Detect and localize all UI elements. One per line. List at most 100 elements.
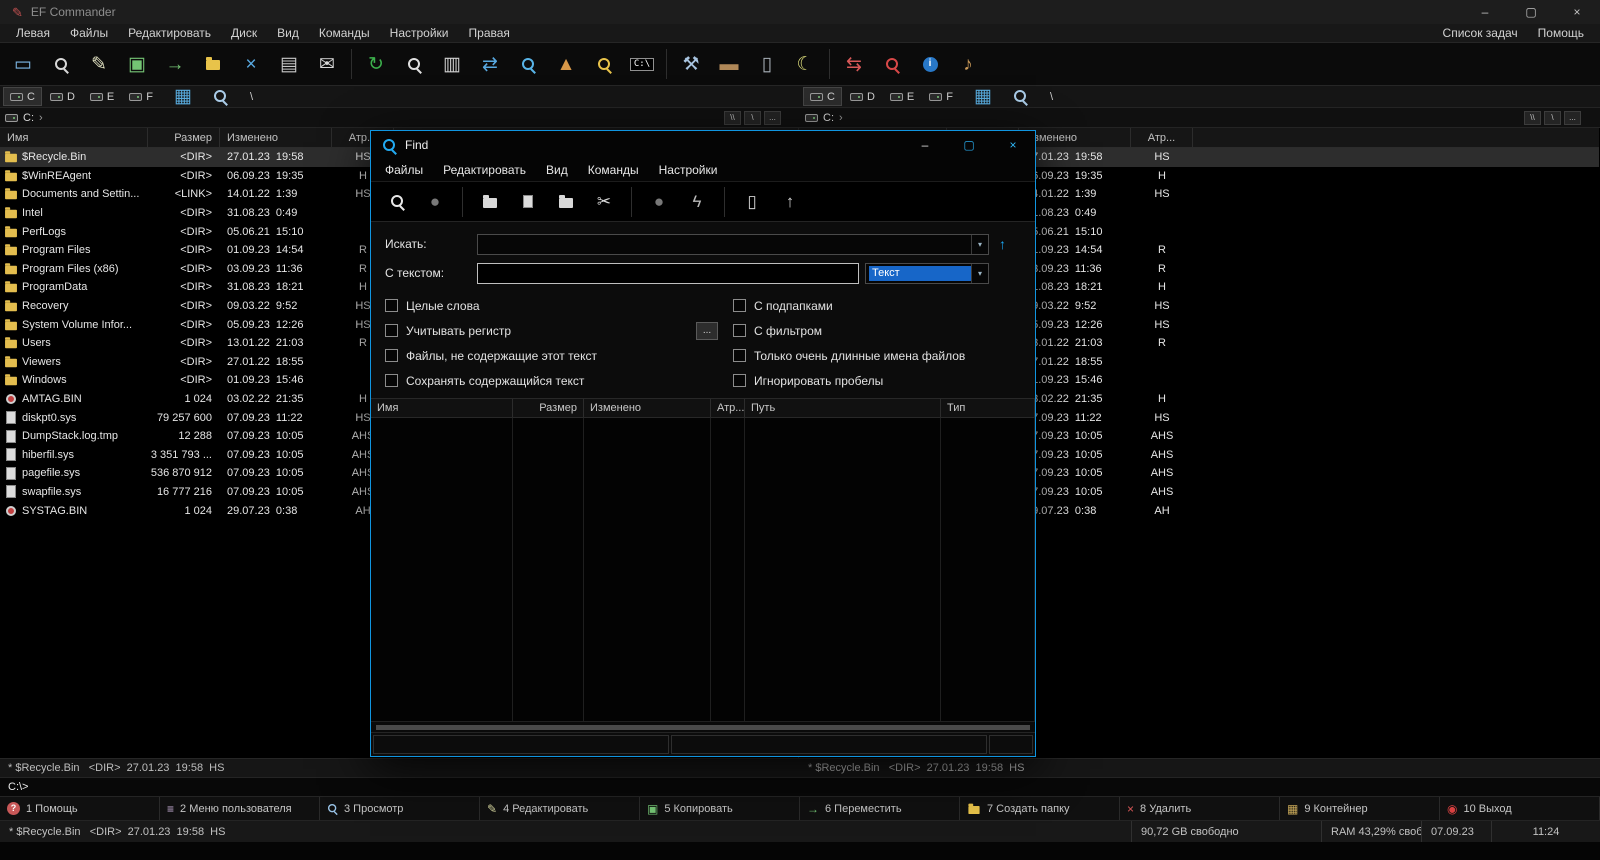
checkbox[interactable]: Целые слова bbox=[385, 293, 733, 318]
drive-d-button[interactable]: D bbox=[843, 87, 882, 106]
drive-e-button[interactable]: E bbox=[883, 87, 921, 106]
fkey-3-button[interactable]: 3 Просмотр bbox=[320, 797, 480, 820]
info-button[interactable]: i bbox=[911, 46, 949, 82]
vehicle-button[interactable]: ▬ bbox=[710, 46, 748, 82]
history-up-icon[interactable]: ↑ bbox=[999, 237, 1006, 251]
screensaver-button[interactable]: ☾ bbox=[786, 46, 824, 82]
fkey-8-button[interactable]: × 8 Удалить bbox=[1120, 797, 1280, 820]
checkbox[interactable]: С подпапками bbox=[733, 293, 1021, 318]
sync-button[interactable]: ⇄ bbox=[471, 46, 509, 82]
mail-button[interactable]: ✉ bbox=[308, 46, 346, 82]
delete-button[interactable]: × bbox=[232, 46, 270, 82]
maximize-button[interactable]: ▢ bbox=[947, 131, 991, 159]
terminal-button[interactable]: ▭ bbox=[4, 46, 42, 82]
menu-item[interactable]: Список задач bbox=[1433, 26, 1528, 40]
drive-search-button[interactable] bbox=[206, 87, 235, 106]
column-header-mod[interactable]: Изменено bbox=[220, 128, 332, 147]
view-mode-button[interactable]: ▥ bbox=[433, 46, 471, 82]
open-folder-button[interactable] bbox=[550, 186, 582, 218]
edit-button[interactable]: ✎ bbox=[80, 46, 118, 82]
menu-item[interactable]: Файлы bbox=[60, 26, 118, 40]
refresh-button[interactable]: ↻ bbox=[357, 46, 395, 82]
result-column-header[interactable]: Размер bbox=[513, 399, 584, 417]
chevron-down-icon[interactable]: ▾ bbox=[971, 263, 988, 283]
network-view-button[interactable]: ▦ bbox=[167, 87, 199, 106]
checkbox[interactable]: Файлы, не содержащие этот текст bbox=[385, 343, 733, 368]
stop-search-button[interactable] bbox=[873, 46, 911, 82]
column-header-name[interactable]: Имя bbox=[0, 128, 148, 147]
menu-item[interactable]: Настройки bbox=[380, 26, 459, 40]
menu-item[interactable]: Диск bbox=[221, 26, 267, 40]
goto-folder-button[interactable] bbox=[474, 186, 506, 218]
horizontal-scrollbar[interactable] bbox=[371, 721, 1035, 732]
result-column-header[interactable]: Имя bbox=[371, 399, 513, 417]
unc-button[interactable]: \\ bbox=[1524, 110, 1541, 125]
quick-view-button[interactable] bbox=[42, 46, 80, 82]
fkey-2-button[interactable]: ≡ 2 Меню пользователя bbox=[160, 797, 320, 820]
text-type-combobox[interactable]: Текст ▾ bbox=[865, 262, 989, 284]
root-button[interactable]: \ bbox=[744, 110, 761, 125]
drive-e-button[interactable]: E bbox=[83, 87, 121, 106]
fkey-6-button[interactable]: → 6 Переместить bbox=[800, 797, 960, 820]
unc-button[interactable]: \\ bbox=[724, 110, 741, 125]
chevron-down-icon[interactable]: ▾ bbox=[971, 234, 988, 254]
maximize-button[interactable]: ▢ bbox=[1508, 0, 1554, 24]
drive-c-button[interactable]: C bbox=[803, 87, 842, 106]
search-folder-button[interactable] bbox=[585, 46, 623, 82]
container-button[interactable]: ▯ bbox=[736, 186, 768, 218]
fkey-1-button[interactable]: ? 1 Помощь bbox=[0, 797, 160, 820]
sync-dirs-button[interactable]: ⇆ bbox=[835, 46, 873, 82]
more-button[interactable]: ... bbox=[1564, 110, 1581, 125]
trash-button[interactable]: ▯ bbox=[748, 46, 786, 82]
menu-item[interactable]: Команды bbox=[309, 26, 380, 40]
result-column-header[interactable]: Атр... bbox=[711, 399, 745, 417]
minimize-button[interactable]: – bbox=[903, 131, 947, 159]
drive-f-button[interactable]: F bbox=[922, 87, 960, 106]
fkey-7-button[interactable]: 7 Создать папку bbox=[960, 797, 1120, 820]
fkey-4-button[interactable]: ✎ 4 Редактировать bbox=[480, 797, 640, 820]
lightning-button[interactable]: ϟ bbox=[681, 186, 713, 218]
dos-prompt-button[interactable]: C:\ bbox=[623, 46, 661, 82]
copy-button[interactable]: ▣ bbox=[118, 46, 156, 82]
move-button[interactable]: → bbox=[156, 46, 194, 82]
result-column-header[interactable]: Изменено bbox=[584, 399, 711, 417]
checkbox[interactable]: С фильтром bbox=[733, 318, 1021, 343]
drive-c-button[interactable]: C bbox=[3, 87, 42, 106]
search-input[interactable] bbox=[478, 234, 971, 254]
new-folder-button[interactable] bbox=[194, 46, 232, 82]
find-button[interactable] bbox=[395, 46, 433, 82]
menu-item[interactable]: Помощь bbox=[1528, 26, 1594, 40]
menu-item[interactable]: Правая bbox=[459, 26, 520, 40]
close-button[interactable]: × bbox=[1554, 0, 1600, 24]
filter-browse-button[interactable]: ... bbox=[696, 322, 718, 340]
text-input[interactable] bbox=[477, 262, 859, 284]
menu-item[interactable]: Настройки bbox=[649, 163, 728, 177]
menu-item[interactable]: Файлы bbox=[375, 163, 433, 177]
drive-d-button[interactable]: D bbox=[43, 87, 82, 106]
result-column-header[interactable]: Тип bbox=[941, 399, 1035, 417]
view-file-button[interactable] bbox=[512, 186, 544, 218]
search-drive-button[interactable] bbox=[509, 46, 547, 82]
drive-f-button[interactable]: F bbox=[122, 87, 160, 106]
tools-button[interactable]: ⚒ bbox=[672, 46, 710, 82]
root-button[interactable]: \ bbox=[1544, 110, 1561, 125]
checkbox[interactable]: Сохранять содержащийся текст bbox=[385, 368, 733, 393]
checkbox[interactable]: Учитывать регистр bbox=[385, 318, 733, 343]
fkey-5-button[interactable]: ▣ 5 Копировать bbox=[640, 797, 800, 820]
menu-item[interactable]: Команды bbox=[578, 163, 649, 177]
menu-item[interactable]: Редактировать bbox=[118, 26, 221, 40]
fkey-10-button[interactable]: ◉ 10 Выход bbox=[1440, 797, 1600, 820]
move-up-button[interactable]: ↑ bbox=[774, 186, 806, 218]
drive-search-button[interactable] bbox=[1006, 87, 1035, 106]
print-button[interactable]: ▤ bbox=[270, 46, 308, 82]
menu-item[interactable]: Левая bbox=[6, 26, 60, 40]
audio-button[interactable]: ♪ bbox=[949, 46, 987, 82]
command-input[interactable] bbox=[32, 780, 1592, 794]
network-view-button[interactable]: ▦ bbox=[967, 87, 999, 106]
column-header-size[interactable]: Размер bbox=[148, 128, 220, 147]
more-button[interactable]: ... bbox=[764, 110, 781, 125]
start-search-button[interactable] bbox=[381, 186, 413, 218]
fkey-9-button[interactable]: ▦ 9 Контейнер bbox=[1280, 797, 1440, 820]
column-header-attr[interactable]: Атр... bbox=[1131, 128, 1193, 147]
minimize-button[interactable]: – bbox=[1462, 0, 1508, 24]
